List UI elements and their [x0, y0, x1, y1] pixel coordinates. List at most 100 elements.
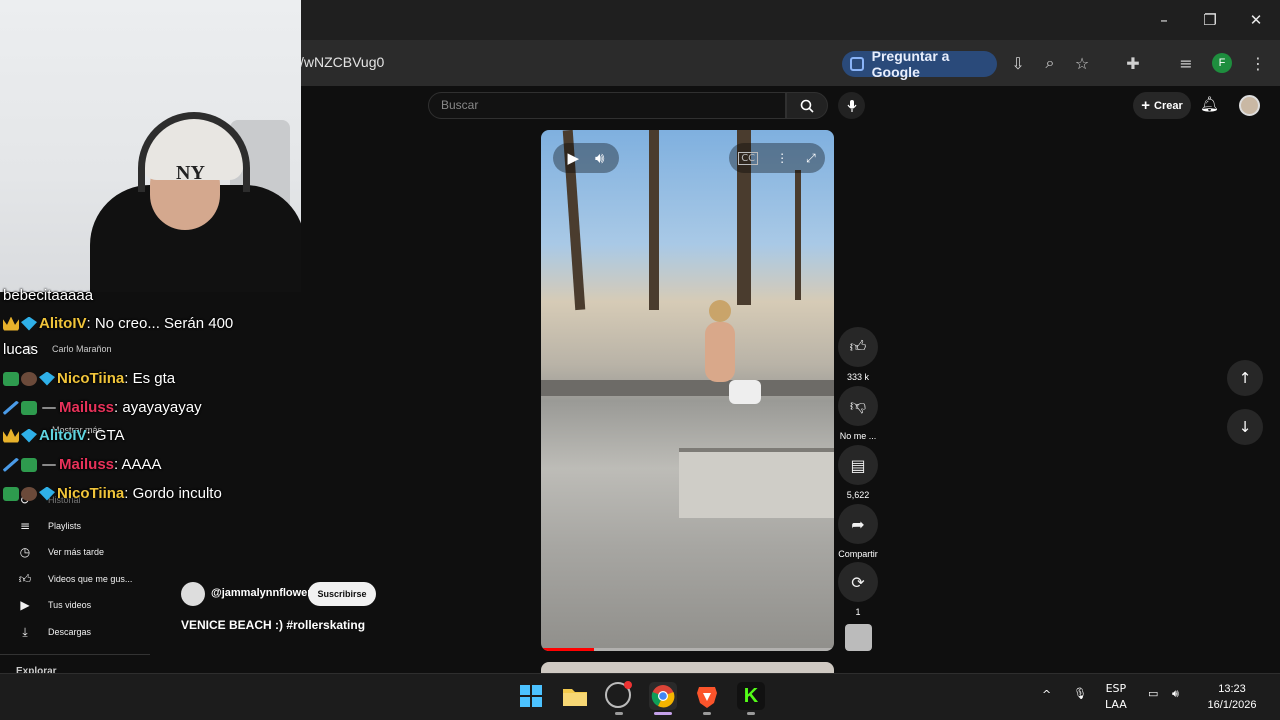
network-icon[interactable]: ▭	[1148, 687, 1158, 700]
sidebar-item-label: Carlo Marañon	[52, 344, 112, 354]
webcam-overlay: NY	[0, 0, 301, 292]
chat-message: bebecitaaaaa	[3, 287, 93, 304]
search-button[interactable]	[786, 92, 828, 119]
brave-icon[interactable]	[693, 682, 721, 710]
chat-username[interactable]: NicoTiina	[57, 370, 124, 387]
windows-start-icon[interactable]	[517, 682, 545, 710]
scene-palm	[795, 170, 801, 300]
bookmark-star-icon[interactable]: ☆	[1071, 52, 1093, 74]
search-input[interactable]: Buscar	[428, 92, 786, 119]
chat-message: AlitoIV: GTA	[3, 427, 125, 444]
sidebar-item-label: Descargas	[48, 627, 92, 637]
tray-overflow-icon[interactable]: ^	[1042, 688, 1051, 701]
dislike-label: No me ...	[839, 431, 877, 441]
obs-icon[interactable]	[605, 681, 632, 708]
download-icon: ⤓	[22, 624, 28, 639]
create-label: Crear	[1154, 99, 1183, 112]
close-button[interactable]: ✕	[1233, 8, 1279, 32]
arrow-up-icon: ↑	[1238, 369, 1252, 387]
keyboard-layout: LAA	[1105, 698, 1127, 711]
previous-short-button[interactable]: ↑	[1227, 360, 1263, 396]
kick-icon[interactable]: K	[737, 682, 765, 710]
play-icon[interactable]: ▶	[568, 149, 580, 167]
comments-action[interactable]: ▤ 5,622	[838, 445, 878, 500]
share-action[interactable]: ➦ Compartir	[838, 504, 878, 559]
skater-figure	[691, 300, 761, 440]
dislike-action[interactable]: 👎︎ No me ...	[838, 386, 878, 441]
next-short-button[interactable]: ↓	[1227, 409, 1263, 445]
shorts-video-player[interactable]: ▶ 🔊︎ CC ⋮ ⤢	[541, 130, 834, 651]
chat-text: : Es gta	[124, 370, 176, 387]
captions-icon[interactable]: CC	[738, 151, 759, 165]
playback-controls: ▶ 🔊︎	[553, 143, 619, 173]
chat-username[interactable]: NicoTiina	[57, 485, 124, 502]
chat-message: Mailuss: AAAA	[3, 456, 162, 473]
sidebar-item-your-videos[interactable]: ▶ Tus videos	[16, 595, 91, 615]
88-badge-icon	[21, 457, 37, 472]
chrome-icon[interactable]	[649, 682, 677, 710]
subscribe-button[interactable]: Suscribirse	[308, 582, 376, 606]
remix-icon[interactable]: ⟳	[838, 562, 878, 602]
channel-name[interactable]: @jammalynnflower	[211, 587, 312, 599]
sidebar-item-liked[interactable]: 👍︎ Videos que me gus...	[16, 569, 133, 589]
scene-ledge	[679, 448, 834, 518]
create-button[interactable]: + Crear	[1133, 92, 1191, 119]
emoji-badge-icon	[21, 371, 37, 386]
scene-palm	[649, 130, 659, 310]
extensions-icon[interactable]: ✚	[1122, 52, 1144, 74]
remix-action[interactable]: ⟳ 1	[838, 562, 878, 617]
taskbar-indicator	[747, 712, 755, 715]
zoom-icon[interactable]: ⌕	[1039, 52, 1061, 74]
chat-username[interactable]: AlitoIV	[39, 427, 87, 444]
media-controls-icon[interactable]: ≡	[1175, 52, 1197, 74]
88-badge-icon	[3, 371, 19, 386]
crown-badge-icon	[3, 428, 19, 443]
profile-avatar[interactable]: F	[1212, 53, 1232, 73]
sidebar-item-playlists[interactable]: ≡ Playlists	[16, 516, 81, 536]
chat-username[interactable]: Mailuss	[59, 456, 114, 473]
system-clock[interactable]: 13:23 16/1/2026	[1198, 681, 1266, 713]
notifications-bell-icon[interactable]: 🔔︎	[1200, 95, 1219, 113]
file-explorer-icon[interactable]	[561, 682, 589, 710]
88-badge-icon	[3, 486, 19, 501]
audio-thumbnail[interactable]	[845, 624, 872, 651]
install-app-icon[interactable]: ⇩	[1007, 52, 1029, 74]
video-icon: ▶	[20, 598, 30, 612]
restore-button[interactable]: ❐	[1187, 8, 1233, 32]
channel-avatar[interactable]	[181, 582, 205, 606]
voice-search-button[interactable]	[838, 92, 865, 119]
comment-icon[interactable]: ▤	[838, 445, 878, 485]
like-action[interactable]: 👍︎ 333 k	[838, 327, 878, 382]
browser-menu-icon[interactable]: ⋮	[1247, 52, 1269, 74]
next-short-preview[interactable]	[541, 662, 834, 673]
sidebar-item-downloads[interactable]: ⤓ Descargas	[16, 622, 91, 642]
fullscreen-icon[interactable]: ⤢	[806, 151, 816, 166]
windows-taskbar	[0, 673, 1280, 720]
microphone-tray-icon[interactable]: 🎙︎	[1073, 687, 1087, 700]
sidebar-item-watch-later[interactable]: ◷ Ver más tarde	[16, 542, 104, 562]
more-options-icon[interactable]: ⋮	[776, 151, 788, 165]
thumbs-down-icon[interactable]: 👎︎	[838, 386, 878, 426]
plus-icon: +	[1141, 97, 1150, 114]
clock-date: 16/1/2026	[1207, 699, 1257, 711]
chat-text: : AAAA	[114, 456, 162, 473]
minimize-button[interactable]: –	[1141, 8, 1187, 32]
ask-google-button[interactable]: Preguntar a Google	[842, 48, 997, 80]
chat-username[interactable]: Mailuss	[59, 399, 114, 416]
taskbar-indicator	[615, 712, 623, 715]
chat-message: AlitoIV: No creo... Serán 400	[3, 315, 233, 332]
address-bar-url[interactable]: /wNZCBVug0	[300, 54, 384, 70]
gem-badge-icon	[39, 486, 55, 501]
chat-message: NicoTiina: Es gta	[3, 370, 175, 387]
video-progress-bar[interactable]	[541, 648, 834, 651]
chat-username[interactable]: AlitoIV	[39, 315, 87, 332]
search-icon	[800, 99, 814, 113]
beanie-logo: NY	[176, 162, 205, 184]
account-avatar[interactable]	[1239, 95, 1260, 116]
share-icon[interactable]: ➦	[838, 504, 878, 544]
volume-icon[interactable]: 🔊︎	[595, 149, 604, 167]
volume-tray-icon[interactable]: 🔊︎	[1172, 687, 1179, 701]
thumbs-up-icon[interactable]: 👍︎	[838, 327, 878, 367]
language-indicator[interactable]: ESP LAA	[1105, 681, 1127, 713]
emoji-badge-icon	[21, 486, 37, 501]
